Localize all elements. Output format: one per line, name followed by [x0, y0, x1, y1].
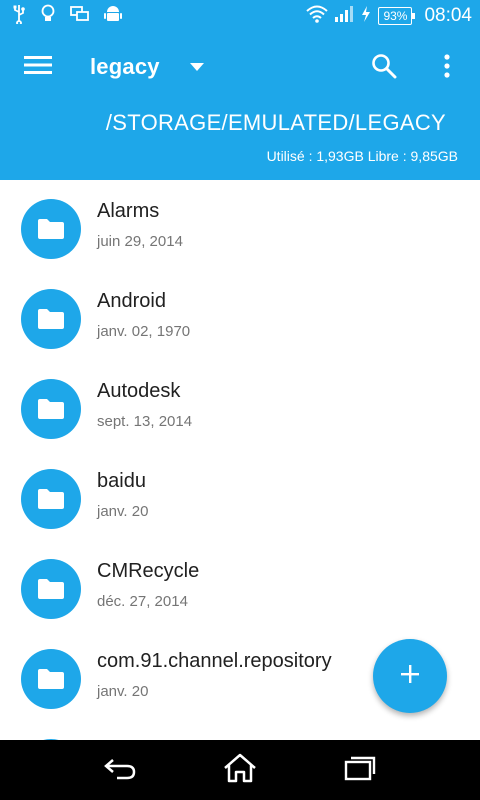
status-bar-right: 93% 08:04 — [306, 5, 472, 28]
add-icon — [399, 663, 421, 690]
file-name: Autodesk — [97, 380, 181, 402]
navigation-bar — [0, 740, 480, 800]
list-item[interactable]: baidu janv. 20 — [0, 450, 480, 540]
back-button[interactable] — [90, 748, 150, 792]
battery-indicator: 93% — [378, 7, 416, 25]
overflow-menu-button[interactable] — [432, 50, 462, 86]
file-name: baidu — [97, 470, 146, 492]
menu-button[interactable] — [18, 52, 58, 82]
search-icon — [371, 53, 397, 84]
folder-icon — [21, 649, 81, 709]
menu-icon — [24, 55, 52, 80]
file-date: janv. 02, 1970 — [97, 323, 191, 340]
list-item[interactable]: Autodesk sept. 13, 2014 — [0, 360, 480, 450]
status-bar: 93% 08:04 — [0, 0, 480, 32]
storage-info: Utilisé : 1,93GB Libre : 9,85GB — [266, 148, 458, 164]
charging-icon — [360, 5, 372, 28]
current-path: /STORAGE/EMULATED/LEGACY — [105, 110, 446, 135]
folder-icon — [21, 199, 81, 259]
file-name: com.91.channel.repository — [97, 650, 332, 672]
recents-icon — [344, 755, 376, 786]
signal-icon — [334, 5, 354, 28]
app-bar: legacy /STORAGE/EMULATED/LEGACY Utilisé … — [0, 32, 480, 180]
usb-icon — [12, 4, 26, 29]
app-title: legacy — [90, 54, 160, 79]
screen-mirror-icon — [70, 5, 90, 28]
search-button[interactable] — [366, 50, 402, 86]
recents-button[interactable] — [330, 748, 390, 792]
file-name: CMRecycle — [97, 560, 200, 582]
wifi-icon — [306, 5, 329, 28]
more-vert-icon — [444, 53, 450, 83]
bulb-icon — [40, 4, 56, 29]
folder-icon — [21, 469, 81, 529]
add-button[interactable] — [373, 639, 447, 713]
file-date: déc. 27, 2014 — [97, 593, 188, 610]
back-icon — [103, 756, 137, 785]
file-date: janv. 20 — [97, 683, 149, 700]
list-item[interactable] — [0, 720, 480, 740]
folder-icon — [21, 559, 81, 619]
file-name: Alarms — [97, 200, 160, 222]
home-button[interactable] — [210, 748, 270, 792]
file-date: sept. 13, 2014 — [97, 413, 193, 430]
list-item[interactable]: CMRecycle déc. 27, 2014 — [0, 540, 480, 630]
file-name: Android — [97, 290, 166, 312]
dropdown-icon — [189, 58, 204, 76]
home-icon — [222, 753, 258, 788]
file-date: juin 29, 2014 — [97, 233, 183, 250]
file-date: janv. 20 — [97, 503, 149, 520]
folder-icon — [21, 379, 81, 439]
storage-selector[interactable]: legacy — [90, 52, 204, 82]
status-bar-left — [12, 4, 122, 29]
status-time: 08:04 — [424, 5, 472, 26]
folder-icon — [21, 289, 81, 349]
android-icon — [104, 4, 122, 29]
list-item[interactable]: Alarms juin 29, 2014 — [0, 180, 480, 270]
list-item[interactable]: Android janv. 02, 1970 — [0, 270, 480, 360]
